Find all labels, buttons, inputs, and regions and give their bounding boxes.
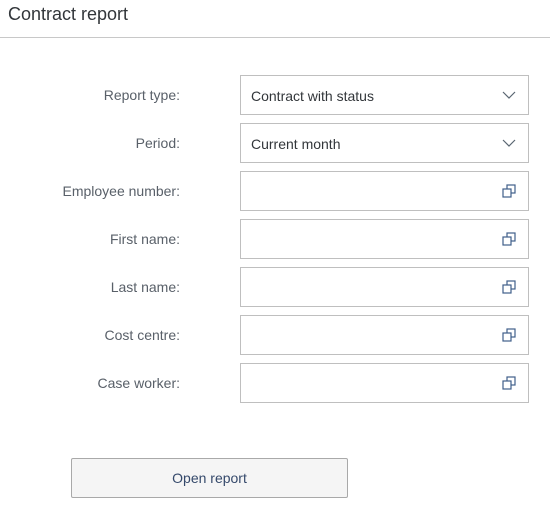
last-name-label: Last name: <box>110 279 180 295</box>
header-divider <box>0 37 550 38</box>
chevron-down-icon[interactable] <box>502 138 516 148</box>
case-worker-label: Case worker: <box>97 375 180 391</box>
report-type-label: Report type: <box>103 87 180 103</box>
first-name-input[interactable] <box>240 219 529 259</box>
cost-centre-label: Cost centre: <box>104 327 180 343</box>
report-type-value: Contract with status <box>251 88 374 104</box>
value-help-icon[interactable] <box>502 328 516 342</box>
period-value: Current month <box>251 136 341 152</box>
page-title: Contract report <box>8 4 129 24</box>
period-select[interactable]: Current month <box>240 123 529 163</box>
report-type-select[interactable]: Contract with status <box>240 75 529 115</box>
case-worker-input[interactable] <box>240 363 529 403</box>
value-help-icon[interactable] <box>502 376 516 390</box>
first-name-label: First name: <box>109 231 180 247</box>
form-row-last-name: Last name: <box>0 267 550 307</box>
form-row-case-worker: Case worker: <box>0 363 550 403</box>
employee-number-label: Employee number: <box>62 183 180 199</box>
employee-number-input[interactable] <box>240 171 529 211</box>
form-row-period: Period: Current month <box>0 123 550 163</box>
form-row-employee-number: Employee number: <box>0 171 550 211</box>
value-help-icon[interactable] <box>502 280 516 294</box>
value-help-icon[interactable] <box>502 184 516 198</box>
last-name-input[interactable] <box>240 267 529 307</box>
chevron-down-icon[interactable] <box>502 90 516 100</box>
form-row-report-type: Report type: Contract with status <box>0 75 550 115</box>
value-help-icon[interactable] <box>502 232 516 246</box>
form-row-cost-centre: Cost centre: <box>0 315 550 355</box>
cost-centre-input[interactable] <box>240 315 529 355</box>
form-row-first-name: First name: <box>0 219 550 259</box>
period-label: Period: <box>135 135 180 151</box>
open-report-button[interactable]: Open report <box>71 458 348 498</box>
